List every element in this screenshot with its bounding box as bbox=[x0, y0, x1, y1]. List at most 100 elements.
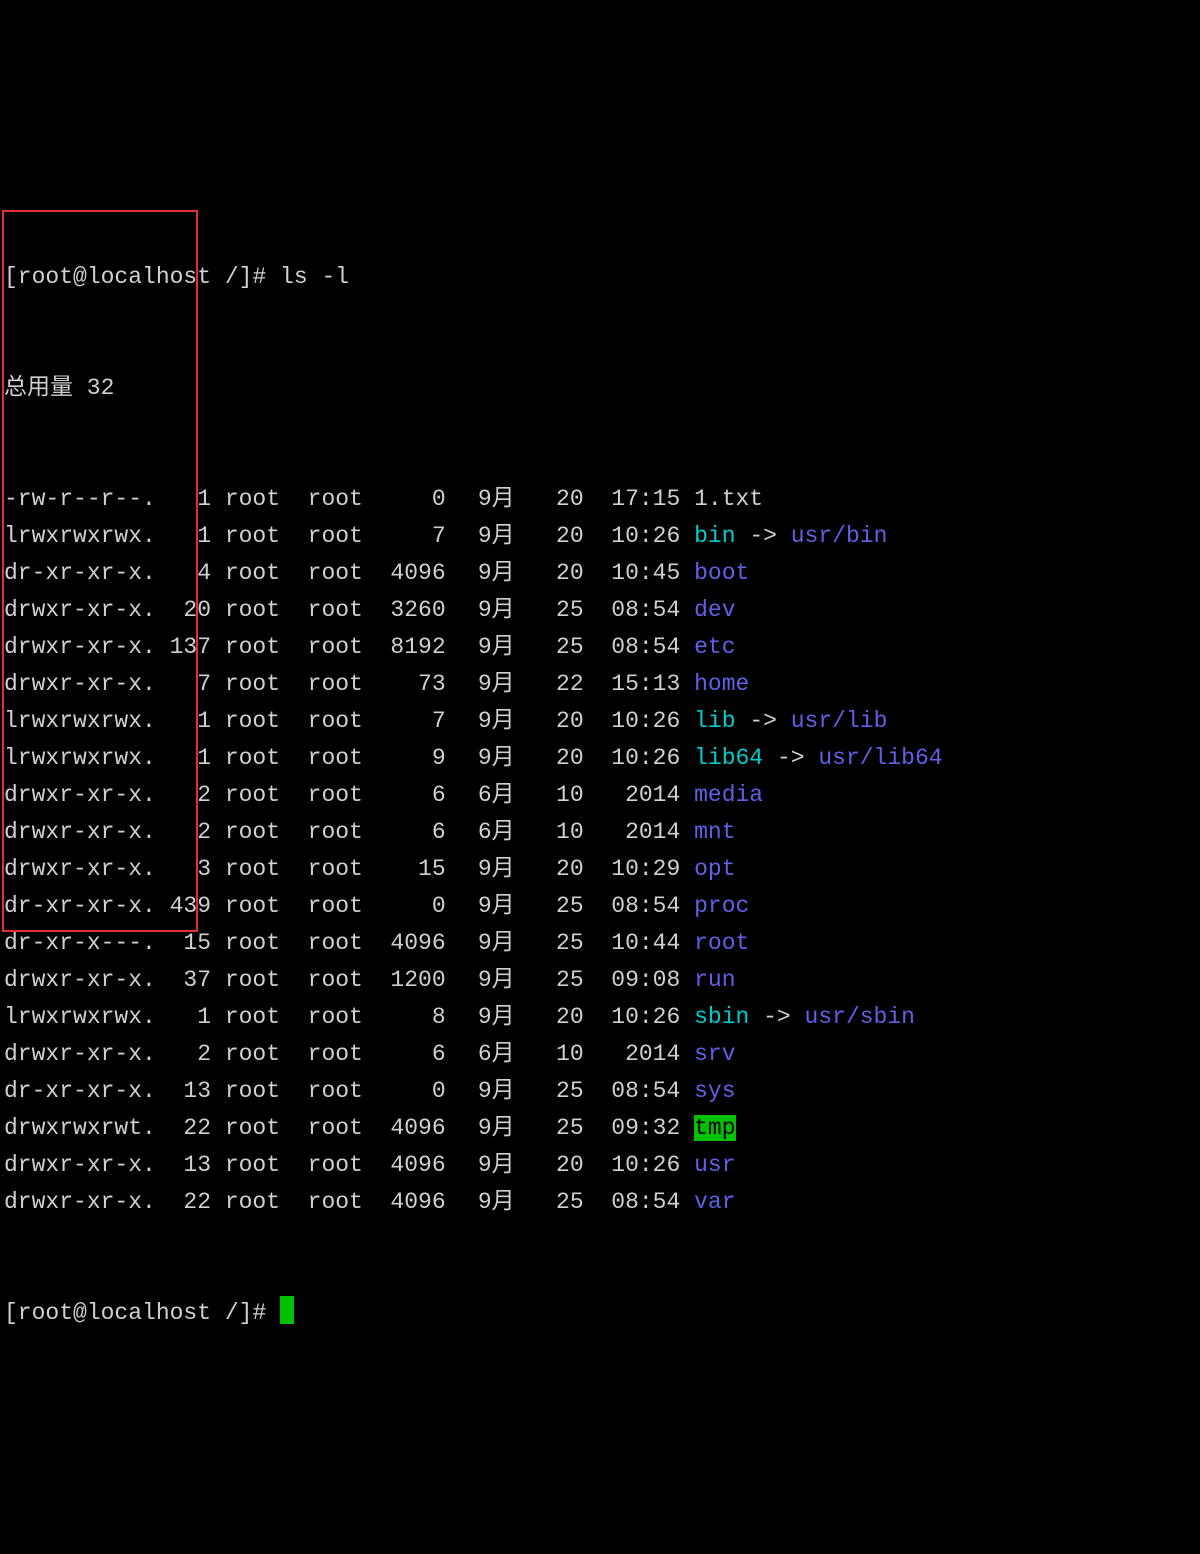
group: root bbox=[308, 1073, 377, 1110]
time: 08:54 bbox=[597, 1184, 680, 1221]
group: root bbox=[308, 629, 377, 666]
month: 6月 bbox=[459, 1036, 514, 1073]
size: 4096 bbox=[377, 925, 446, 962]
link-count: 2 bbox=[156, 814, 211, 851]
size: 6 bbox=[377, 1036, 446, 1073]
group: root bbox=[308, 703, 377, 740]
day: 25 bbox=[542, 888, 583, 925]
time: 09:08 bbox=[597, 962, 680, 999]
group: root bbox=[308, 1036, 377, 1073]
symlink-arrow: -> bbox=[749, 708, 777, 734]
file-name: home bbox=[694, 671, 749, 697]
time: 10:26 bbox=[597, 703, 680, 740]
time: 10:26 bbox=[597, 518, 680, 555]
listing-row: drwxr-xr-x.3 root root15 9月20 10:29 opt bbox=[0, 851, 1200, 888]
total-line: 总用量 32 bbox=[0, 370, 1200, 407]
group: root bbox=[308, 592, 377, 629]
terminal[interactable]: [root@localhost /]# ls -l 总用量 32 -rw-r--… bbox=[0, 148, 1200, 1369]
permissions: drwxr-xr-x. bbox=[4, 851, 156, 888]
month: 9月 bbox=[459, 925, 514, 962]
month: 9月 bbox=[459, 851, 514, 888]
day: 20 bbox=[542, 518, 583, 555]
time: 17:15 bbox=[597, 481, 680, 518]
month: 9月 bbox=[459, 888, 514, 925]
permissions: lrwxrwxrwx. bbox=[4, 518, 156, 555]
month: 9月 bbox=[459, 962, 514, 999]
group: root bbox=[308, 962, 377, 999]
listing-row: drwxr-xr-x.2 root root6 6月10 2014 media bbox=[0, 777, 1200, 814]
permissions: drwxr-xr-x. bbox=[4, 629, 156, 666]
file-name: 1.txt bbox=[694, 486, 763, 512]
month: 9月 bbox=[459, 740, 514, 777]
group: root bbox=[308, 666, 377, 703]
file-name: run bbox=[694, 967, 735, 993]
symlink-target: usr/lib64 bbox=[818, 745, 942, 771]
group: root bbox=[308, 518, 377, 555]
owner: root bbox=[225, 1036, 294, 1073]
day: 20 bbox=[542, 703, 583, 740]
listing-row: drwxr-xr-x.20 root root3260 9月25 08:54 d… bbox=[0, 592, 1200, 629]
month: 9月 bbox=[459, 703, 514, 740]
group: root bbox=[308, 1147, 377, 1184]
day: 25 bbox=[542, 629, 583, 666]
time: 08:54 bbox=[597, 888, 680, 925]
time: 08:54 bbox=[597, 592, 680, 629]
time: 10:45 bbox=[597, 555, 680, 592]
owner: root bbox=[225, 592, 294, 629]
symlink-target: usr/bin bbox=[791, 523, 888, 549]
owner: root bbox=[225, 629, 294, 666]
file-name: var bbox=[694, 1189, 735, 1215]
listing-row: drwxr-xr-x.2 root root6 6月10 2014 srv bbox=[0, 1036, 1200, 1073]
group: root bbox=[308, 888, 377, 925]
owner: root bbox=[225, 777, 294, 814]
size: 7 bbox=[377, 518, 446, 555]
link-count: 15 bbox=[156, 925, 211, 962]
file-name: root bbox=[694, 930, 749, 956]
listing-row: lrwxrwxrwx.1 root root9 9月20 10:26 lib64… bbox=[0, 740, 1200, 777]
day: 25 bbox=[542, 1073, 583, 1110]
size: 1200 bbox=[377, 962, 446, 999]
link-count: 13 bbox=[156, 1147, 211, 1184]
symlink-target: usr/sbin bbox=[805, 1004, 915, 1030]
owner: root bbox=[225, 925, 294, 962]
day: 20 bbox=[542, 1147, 583, 1184]
day: 22 bbox=[542, 666, 583, 703]
permissions: drwxrwxrwt. bbox=[4, 1110, 156, 1147]
permissions: dr-xr-x---. bbox=[4, 925, 156, 962]
link-count: 22 bbox=[156, 1184, 211, 1221]
file-name: sys bbox=[694, 1078, 735, 1104]
day: 25 bbox=[542, 925, 583, 962]
day: 25 bbox=[542, 592, 583, 629]
permissions: lrwxrwxrwx. bbox=[4, 740, 156, 777]
owner: root bbox=[225, 851, 294, 888]
listing-row: drwxr-xr-x.137 root root8192 9月25 08:54 … bbox=[0, 629, 1200, 666]
day: 10 bbox=[542, 814, 583, 851]
listing-row: lrwxrwxrwx.1 root root7 9月20 10:26 bin -… bbox=[0, 518, 1200, 555]
time: 10:26 bbox=[597, 999, 680, 1036]
size: 8192 bbox=[377, 629, 446, 666]
time: 10:26 bbox=[597, 740, 680, 777]
owner: root bbox=[225, 1073, 294, 1110]
group: root bbox=[308, 814, 377, 851]
day: 10 bbox=[542, 1036, 583, 1073]
permissions: drwxr-xr-x. bbox=[4, 1147, 156, 1184]
permissions: drwxr-xr-x. bbox=[4, 1036, 156, 1073]
listing-row: drwxrwxrwt.22 root root4096 9月25 09:32 t… bbox=[0, 1110, 1200, 1147]
owner: root bbox=[225, 888, 294, 925]
listing-row: drwxr-xr-x.22 root root4096 9月25 08:54 v… bbox=[0, 1184, 1200, 1221]
link-count: 7 bbox=[156, 666, 211, 703]
day: 20 bbox=[542, 999, 583, 1036]
time: 2014 bbox=[597, 814, 680, 851]
prompt-line-2[interactable]: [root@localhost /]# bbox=[0, 1295, 1200, 1332]
listing-row: drwxr-xr-x.7 root root73 9月22 15:13 home bbox=[0, 666, 1200, 703]
file-name: tmp bbox=[694, 1115, 735, 1141]
file-name: mnt bbox=[694, 819, 735, 845]
symlink-arrow: -> bbox=[763, 1004, 791, 1030]
owner: root bbox=[225, 481, 294, 518]
owner: root bbox=[225, 999, 294, 1036]
month: 9月 bbox=[459, 518, 514, 555]
prompt-line-1: [root@localhost /]# ls -l bbox=[0, 259, 1200, 296]
group: root bbox=[308, 999, 377, 1036]
day: 25 bbox=[542, 1184, 583, 1221]
permissions: lrwxrwxrwx. bbox=[4, 703, 156, 740]
